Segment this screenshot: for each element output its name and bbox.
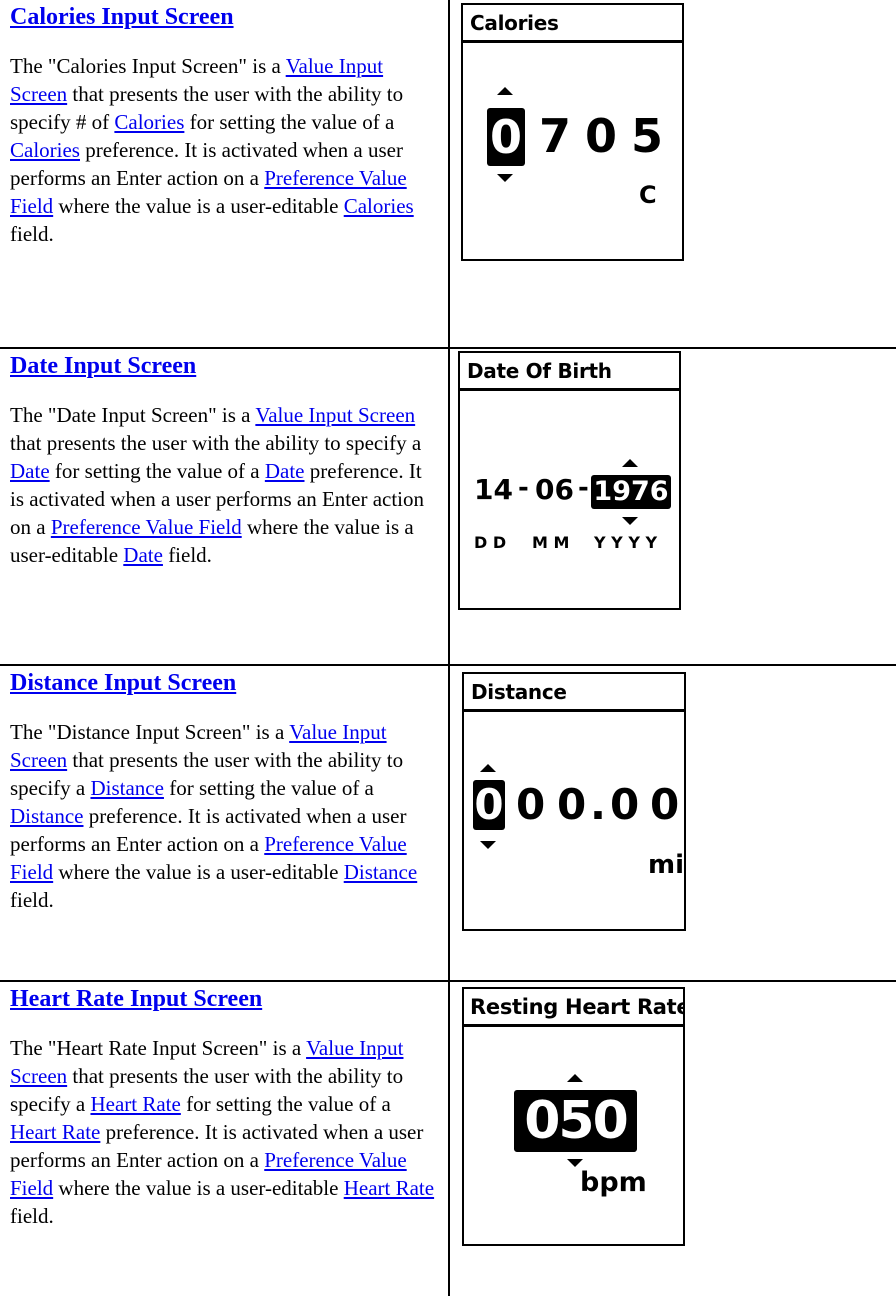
section-description: The "Distance Input Screen" is a Value I… (10, 720, 418, 912)
digit: 0 (516, 780, 546, 829)
inline-link[interactable]: Date (265, 459, 305, 483)
decrement-arrow-icon[interactable] (567, 1159, 583, 1167)
section-distance: Distance Input Screen The "Distance Inpu… (0, 664, 896, 980)
inline-link[interactable]: Value Input Screen (10, 720, 387, 772)
unit-label: C (639, 181, 657, 209)
unit-label: bpm (580, 1167, 647, 1198)
increment-arrow-icon[interactable] (622, 459, 638, 467)
heart-rate-device-screen: Resting Heart Rate 050 bpm (462, 987, 685, 1246)
description-cell: Date Input Screen The "Date Input Screen… (10, 351, 438, 569)
section-heart-rate: Heart Rate Input Screen The "Heart Rate … (0, 980, 896, 1296)
decrement-arrow-icon[interactable] (480, 841, 496, 849)
digit: 0 (557, 780, 587, 829)
section-heading-link[interactable]: Distance Input Screen (10, 668, 236, 698)
digit-selected[interactable]: 0 (473, 780, 505, 830)
section-description: The "Date Input Screen" is a Value Input… (10, 403, 425, 567)
date-separator: - (578, 473, 589, 503)
day-value[interactable]: 14 (474, 472, 513, 508)
year-value-selected[interactable]: 1976 (591, 475, 671, 509)
inline-link[interactable]: Calories (114, 110, 184, 134)
digit: 0 (585, 109, 618, 163)
section-description: The "Heart Rate Input Screen" is a Value… (10, 1036, 435, 1228)
inline-link[interactable]: Calories (344, 194, 414, 218)
inline-link[interactable]: Value Input Screen (10, 1036, 403, 1088)
inline-link[interactable]: Heart Rate (344, 1176, 434, 1200)
date-device-screen: Date Of Birth 14 - 06 - 1976 D D M M Y Y… (458, 351, 681, 610)
section-heading-link[interactable]: Date Input Screen (10, 351, 196, 381)
inline-link[interactable]: Heart Rate (10, 1120, 100, 1144)
digit: 0 (610, 780, 640, 829)
format-label-year: Y Y Y Y (594, 533, 658, 552)
unit-label: mi (648, 850, 685, 880)
format-label-day: D D (474, 533, 507, 552)
decrement-arrow-icon[interactable] (497, 174, 513, 182)
month-value[interactable]: 06 (535, 472, 574, 508)
inline-link[interactable]: Value Input Screen (255, 403, 415, 427)
digit: 7 (539, 109, 572, 163)
description-cell: Distance Input Screen The "Distance Inpu… (10, 668, 438, 914)
digit-selected[interactable]: 0 (487, 108, 525, 166)
section-calories: Calories Input Screen The "Calories Inpu… (0, 0, 896, 347)
screen-title: Resting Heart Rate (464, 989, 683, 1027)
section-date: Date Input Screen The "Date Input Screen… (0, 347, 896, 664)
increment-arrow-icon[interactable] (497, 87, 513, 95)
section-heading-link[interactable]: Heart Rate Input Screen (10, 984, 262, 1014)
date-separator: - (518, 473, 529, 503)
description-cell: Heart Rate Input Screen The "Heart Rate … (10, 984, 438, 1230)
digit: 5 (631, 109, 664, 163)
distance-device-screen: Distance 0 0 0 . 0 0 mi (462, 672, 686, 931)
inline-link[interactable]: Calories (10, 138, 80, 162)
inline-link[interactable]: Distance (344, 860, 417, 884)
screen-title: Distance (464, 674, 684, 712)
section-description: The "Calories Input Screen" is a Value I… (10, 54, 414, 246)
section-heading-link[interactable]: Calories Input Screen (10, 2, 234, 32)
inline-link[interactable]: Date (123, 543, 163, 567)
inline-link[interactable]: Date (10, 459, 50, 483)
inline-link[interactable]: Value Input Screen (10, 54, 383, 106)
digit: 0 (650, 780, 680, 829)
heart-rate-value-selected[interactable]: 050 (514, 1090, 637, 1152)
decrement-arrow-icon[interactable] (622, 517, 638, 525)
description-cell: Calories Input Screen The "Calories Inpu… (10, 2, 438, 248)
increment-arrow-icon[interactable] (567, 1074, 583, 1082)
calories-device-screen: Calories 0 7 0 5 C (461, 3, 684, 261)
increment-arrow-icon[interactable] (480, 764, 496, 772)
inline-link[interactable]: Preference Value Field (51, 515, 242, 539)
decimal-point: . (590, 780, 606, 829)
inline-link[interactable]: Distance (10, 804, 83, 828)
screen-title: Date Of Birth (460, 353, 679, 391)
screen-title: Calories (463, 5, 682, 43)
format-label-month: M M (532, 533, 570, 552)
inline-link[interactable]: Heart Rate (90, 1092, 180, 1116)
inline-link[interactable]: Distance (90, 776, 163, 800)
